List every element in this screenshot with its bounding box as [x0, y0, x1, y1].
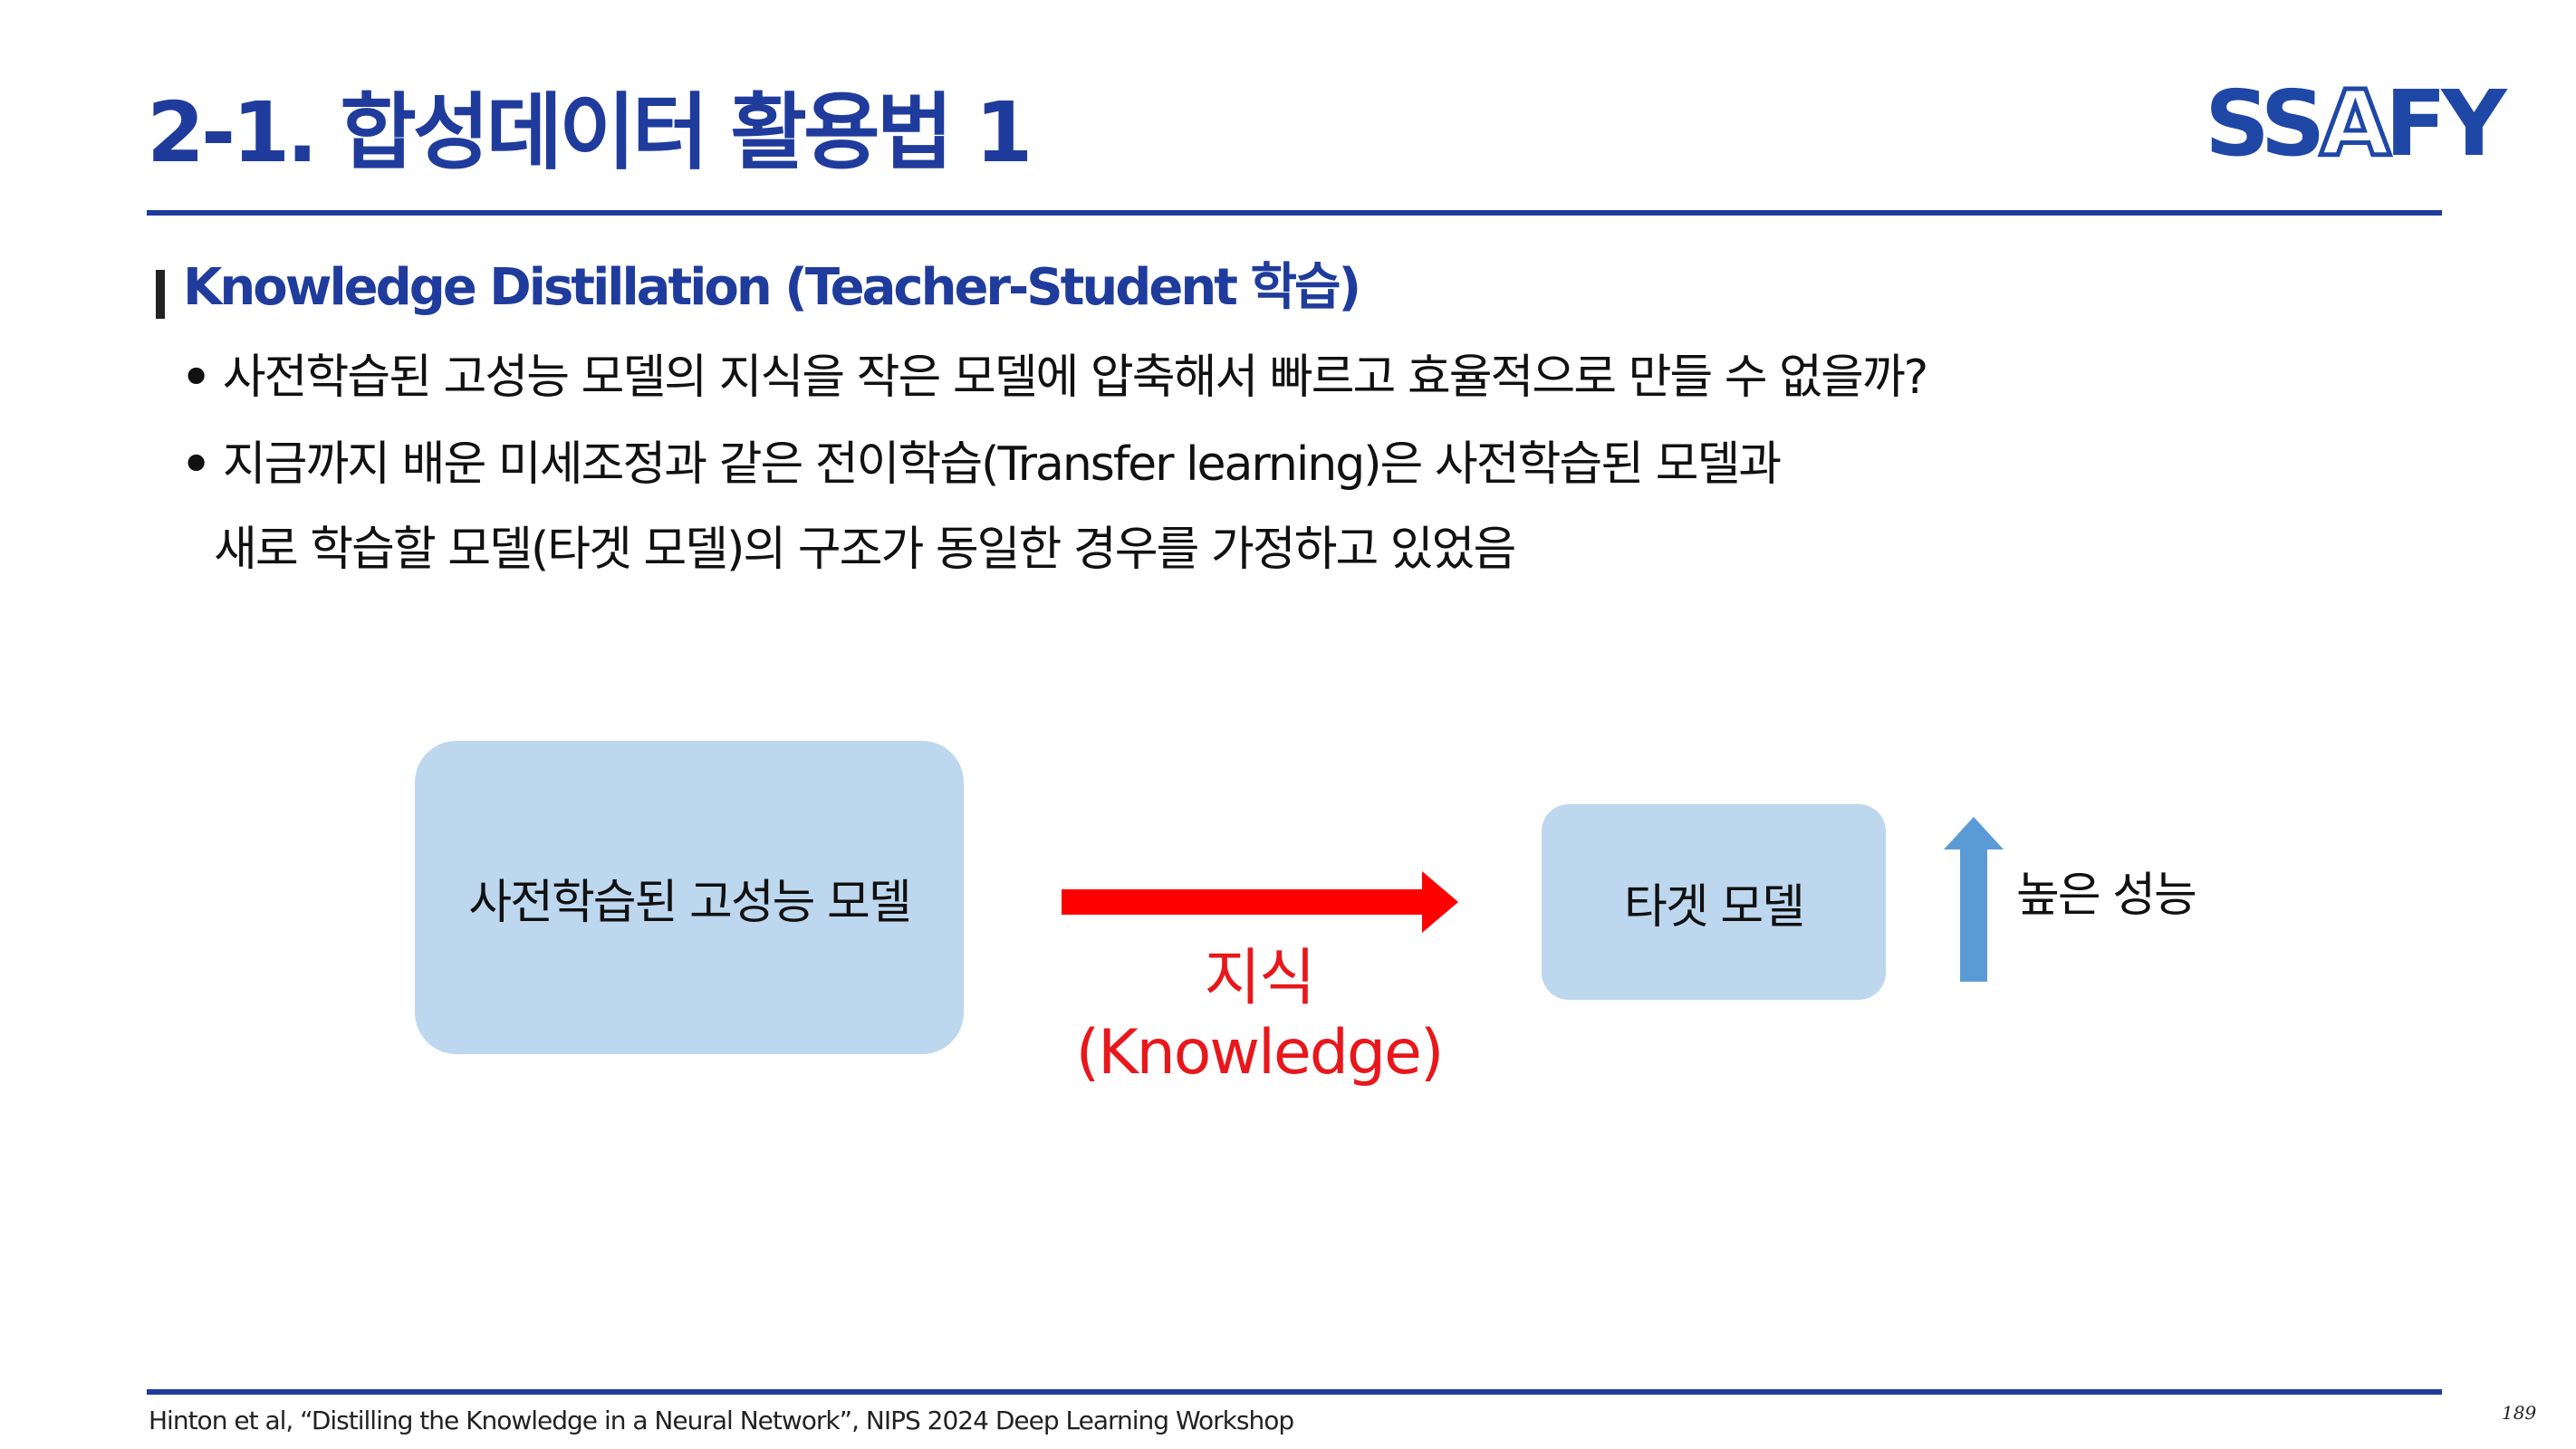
section-heading-text: Knowledge Distillation (Teacher-Student …: [183, 258, 1361, 317]
performance-label: 높은 성능: [2016, 868, 2197, 923]
bullet-text: 지금까지 배운 미세조정과 같은 전이학습(Transfer learning)…: [222, 437, 1782, 492]
section-heading: Knowledge Distillation (Teacher-Student …: [156, 257, 1361, 318]
performance-up-arrow-icon: [1944, 817, 2004, 982]
knowledge-label-korean: 지식: [1204, 943, 1315, 1014]
bullet-marker: •: [181, 437, 211, 492]
teacher-model-label: 사전학습된 고성능 모델: [468, 875, 911, 930]
bullet-item-2: • 지금까지 배운 미세조정과 같은 전이학습(Transfer learnin…: [181, 437, 1782, 493]
teacher-model-box: 사전학습된 고성능 모델: [415, 741, 964, 1054]
bullet-marker: •: [181, 350, 211, 405]
footer-divider: [147, 1389, 2442, 1395]
logo-text-part3: FY: [2384, 71, 2507, 177]
header-divider: [147, 210, 2442, 216]
target-model-label: 타겟 모델: [1624, 879, 1805, 935]
bullet-item-1: • 사전학습된 고성능 모델의 지식을 작은 모델에 압축해서 빠르고 효율적으…: [181, 350, 1929, 406]
bullet-text: 사전학습된 고성능 모델의 지식을 작은 모델에 압축해서 빠르고 효율적으로 …: [222, 350, 1929, 405]
slide-title: 2-1. 합성데이터 활용법 1: [147, 84, 1033, 181]
logo-text-part1: SS: [2205, 71, 2326, 177]
page-number: 189: [2502, 1402, 2537, 1424]
knowledge-transfer-arrow-icon: [1062, 871, 1458, 933]
knowledge-label-english: (Knowledge): [1075, 1016, 1445, 1089]
logo-text-part2: A: [2318, 71, 2392, 177]
knowledge-label: 지식 (Knowledge): [1024, 942, 1495, 1089]
bullet-item-2-continuation: 새로 학습할 모델(타겟 모델)의 구조가 동일한 경우를 가정하고 있었음: [214, 523, 1516, 577]
citation: Hinton et al, “Distilling the Knowledge …: [149, 1406, 1294, 1435]
ssafy-logo: SSAFY: [2205, 71, 2507, 177]
target-model-box: 타겟 모델: [1542, 804, 1886, 1000]
